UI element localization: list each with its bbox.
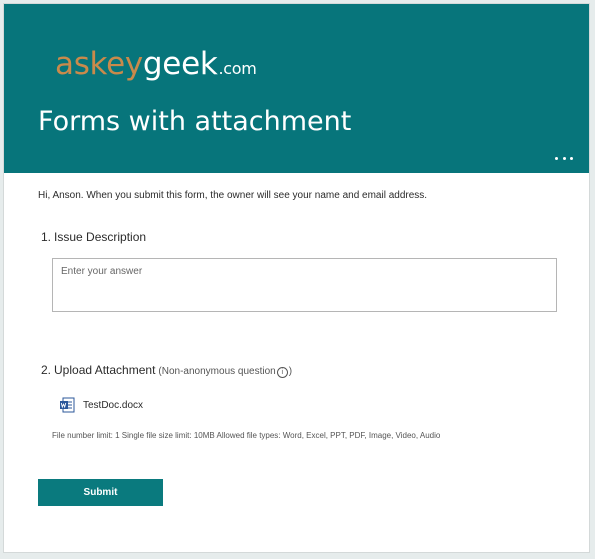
askeygeek-logo: askeygeek.com [55, 46, 257, 82]
question-2-label: Upload Attachment [54, 363, 156, 377]
more-dot-icon [562, 156, 566, 160]
form-header: askeygeek.com Forms with attachment [4, 4, 589, 173]
form-title: Forms with attachment [38, 106, 352, 137]
question-1-label: Issue Description [54, 230, 147, 244]
info-icon[interactable]: i [276, 367, 288, 378]
issue-description-input[interactable]: Enter your answer [52, 258, 557, 312]
form-card: askeygeek.com Forms with attachment Hi, … [3, 3, 590, 553]
word-document-icon [60, 397, 75, 413]
submit-button[interactable]: Submit [38, 479, 163, 506]
logo-text-askey: askey [55, 46, 143, 82]
non-anonymous-note: (Non-anonymous question i) [158, 366, 293, 378]
question-2-number: 2. [41, 363, 52, 377]
more-options-button[interactable] [555, 152, 573, 164]
answer-placeholder: Enter your answer [61, 266, 143, 277]
non-anonymous-note-close: ) [288, 366, 293, 377]
more-dot-icon [555, 156, 558, 160]
attached-file-name: TestDoc.docx [83, 399, 144, 411]
upload-limits-text: File number limit: 1 Single file size li… [52, 431, 441, 440]
logo-text-geek: geek [142, 46, 218, 82]
non-anonymous-note-text: (Non-anonymous question [158, 366, 276, 377]
respondent-notice: Hi, Anson. When you submit this form, th… [38, 190, 428, 201]
question-2-title: 2. Upload Attachment (Non-anonymous questi… [41, 363, 292, 378]
question-1-title: 1. Issue Description [41, 230, 146, 244]
logo-text-com: .com [218, 59, 257, 78]
more-dot-icon [570, 156, 573, 160]
question-1-number: 1. [41, 230, 52, 244]
attached-file[interactable]: TestDoc.docx [59, 397, 143, 413]
